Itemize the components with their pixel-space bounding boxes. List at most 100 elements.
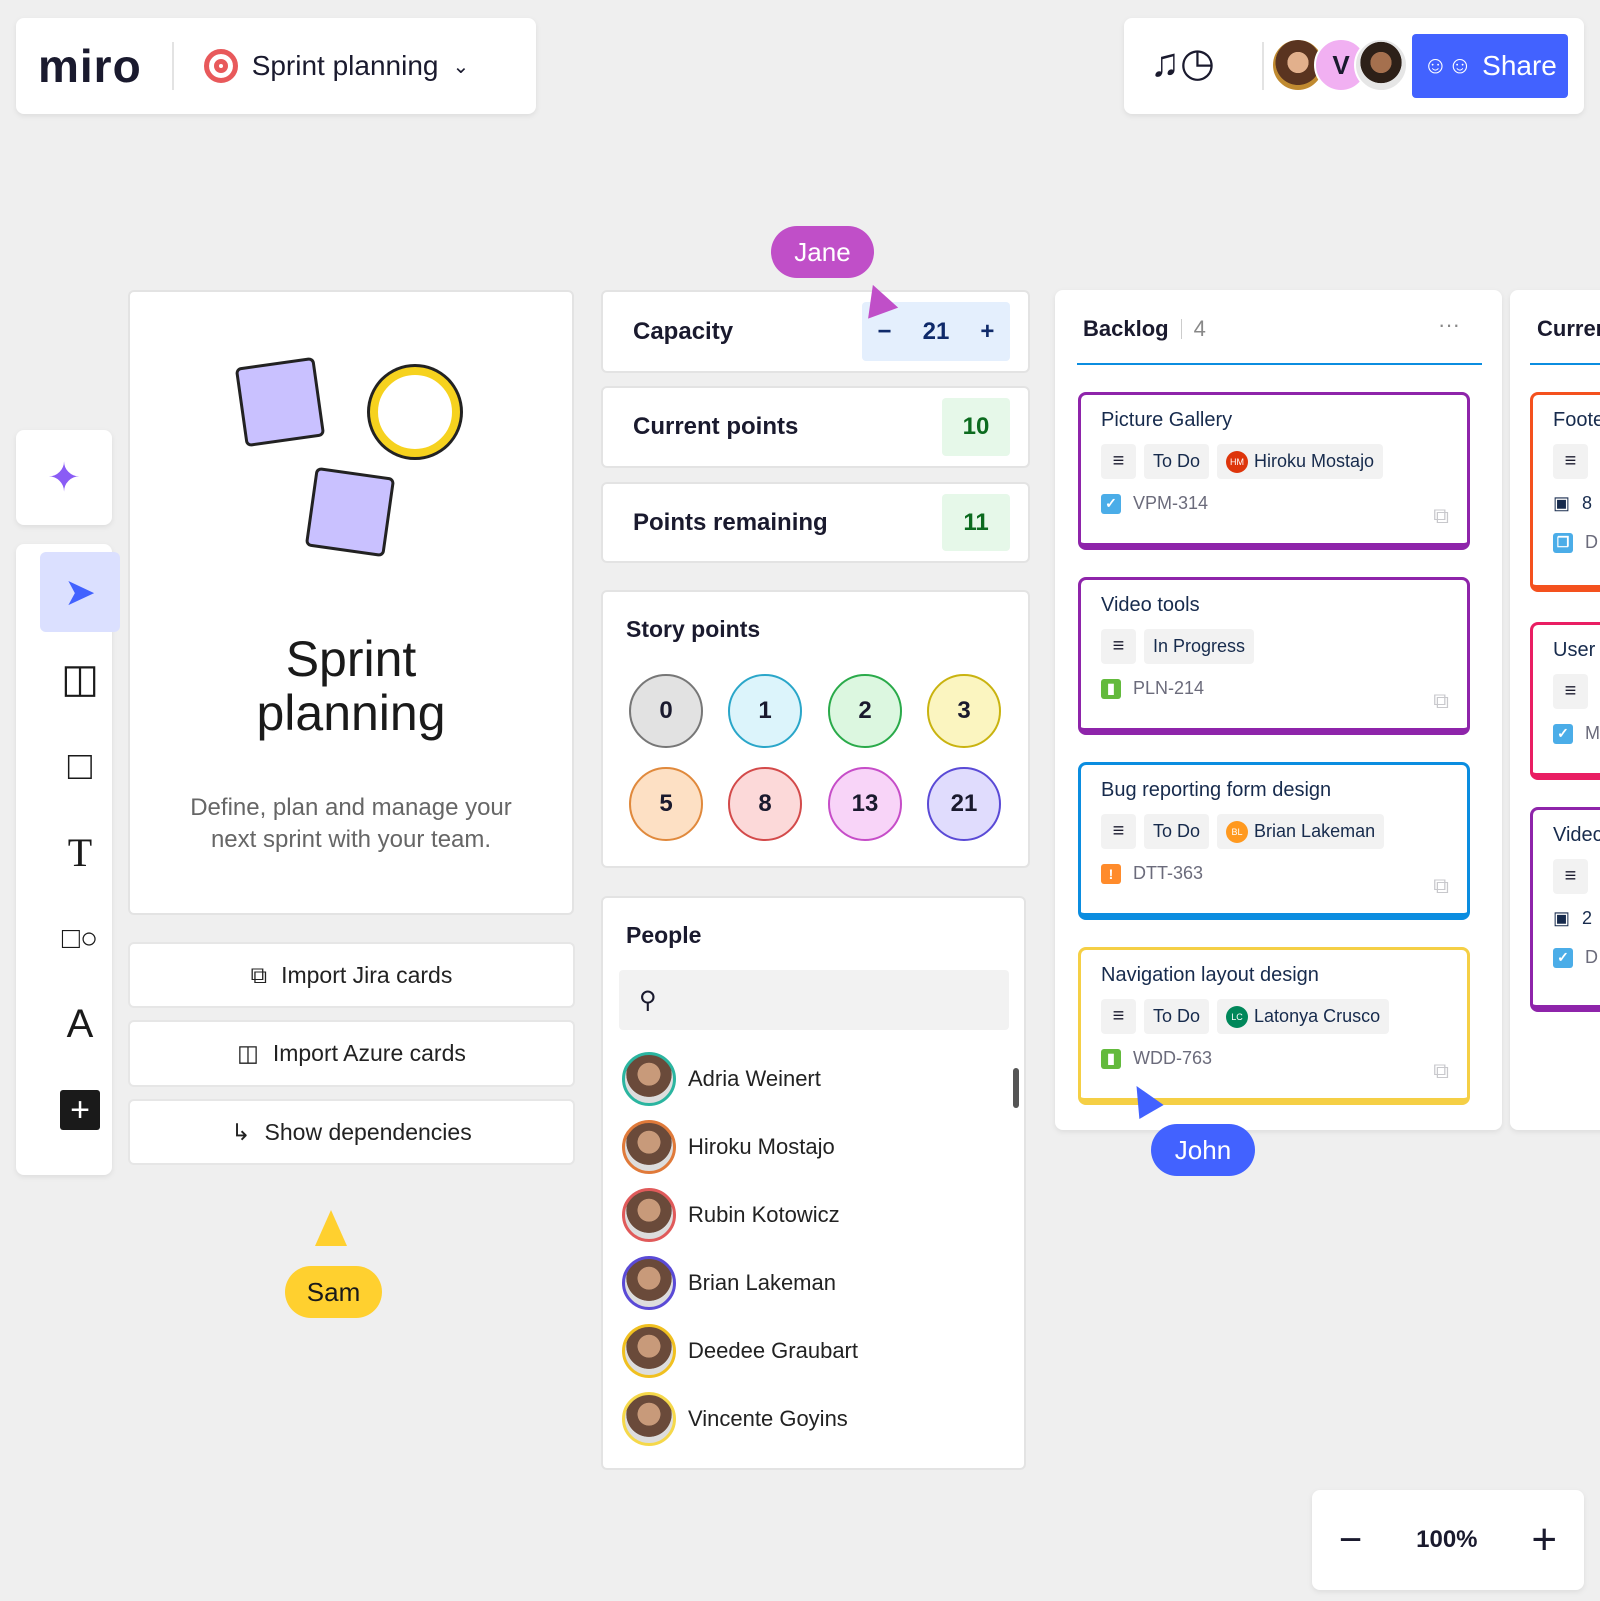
decrement-button[interactable]: − [878,318,892,346]
estimate-icon: ▣ [1553,908,1571,928]
clock-icon [370,367,460,457]
template-icon[interactable]: ◫ [40,639,120,719]
story-point-13[interactable]: 13 [828,767,902,841]
board-header: miro Sprint planning ⌄ [16,18,536,114]
jira-card[interactable]: Navigation layout design ≡ To Do LC Latonya… [1078,947,1470,1105]
azure-icon: ◫ [237,1040,259,1066]
reactions-icon[interactable]: ♫◷ [1150,40,1215,86]
story-point-0[interactable]: 0 [629,674,703,748]
story-point-8[interactable]: 8 [728,767,802,841]
jira-card[interactable]: Videc ≡ ▣ 2 ✓ D [1530,807,1600,1012]
sprint-card: Sprint planning Define, plan and manage … [128,290,574,915]
story-point-5[interactable]: 5 [629,767,703,841]
description-icon: ≡ [1101,999,1136,1034]
current-points-value: 10 [942,398,1010,456]
divider [171,42,174,90]
increment-button[interactable]: + [980,318,994,346]
points-remaining-value: 11 [942,494,1010,551]
cursor-label-jane: Jane [771,226,874,278]
avatar [622,1256,676,1310]
jira-card[interactable]: Foote ≡ ▣ 8 ❐ D [1530,392,1600,592]
people-panel: People ⚲ [601,896,1026,1470]
miro-logo[interactable]: miro [38,39,142,93]
pen-icon[interactable]: A [40,984,120,1064]
illustration [234,356,470,582]
avatar [622,1120,676,1174]
status-chip[interactable]: To Do [1144,814,1210,849]
sprint-description: Define, plan and manage your next sprint… [190,794,512,853]
jira-card[interactable]: User ≡ ✓ M [1530,622,1600,780]
status-chip[interactable]: In Progress [1144,629,1255,664]
avatar [622,1052,676,1106]
zoom-out-button[interactable]: − [1339,1518,1362,1563]
tools-toolbar: ➤ ◫ □ T □○ A + [16,544,120,1175]
avatar [622,1324,676,1378]
scrollbar[interactable] [1013,1068,1019,1108]
story-points-title: Story points [626,616,761,642]
person-item[interactable]: Vincente Goyins [622,1392,848,1446]
zoom-level[interactable]: 100% [1416,1526,1477,1554]
person-item[interactable]: Rubin Kotowicz [622,1188,840,1242]
jira-icon: ⧉ [1433,1058,1449,1083]
description-icon: ≡ [1101,629,1136,664]
person-item[interactable]: Brian Lakeman [622,1256,836,1310]
people-icon: ☺☺ [1423,52,1473,79]
share-button[interactable]: ☺☺ Share [1412,34,1568,98]
show-dependencies-button[interactable]: ↳ Show dependencies [128,1099,575,1165]
shapes-icon[interactable]: □○ [40,899,120,979]
task-icon: ✓ [1553,947,1573,968]
story-icon: ▮ [1101,1048,1121,1069]
select-tool[interactable]: ➤ [40,552,120,632]
person-item[interactable]: Adria Weinert [622,1052,821,1106]
column-underline [1077,363,1482,365]
more-icon[interactable]: ··· [1438,312,1460,338]
assignee-chip[interactable]: BL Brian Lakeman [1217,814,1385,849]
jira-card[interactable]: Picture Gallery ≡ To Do HM Hiroku Mostajo ✓… [1078,392,1470,550]
points-remaining-row: Points remaining 11 [601,482,1030,563]
story-point-21[interactable]: 21 [927,767,1001,841]
person-item[interactable]: Hiroku Mostajo [622,1120,835,1174]
add-icon[interactable]: + [40,1070,120,1150]
dependency-icon: ↳ [231,1118,251,1145]
backlog-title: Backlog [1083,316,1169,341]
capacity-row: Capacity − 21 + [601,290,1030,373]
people-search-input[interactable]: ⚲ [619,970,1009,1030]
story-point-3[interactable]: 3 [927,674,1001,748]
cursor-label-sam: Sam [285,1266,382,1318]
subtask-icon: ❐ [1553,532,1573,553]
estimate-icon: ▣ [1553,493,1571,513]
sticky-note-icon[interactable]: □ [40,726,120,806]
story-point-1[interactable]: 1 [728,674,802,748]
import-azure-button[interactable]: ◫ Import Azure cards [128,1020,575,1087]
people-title: People [626,922,702,948]
description-icon: ≡ [1553,674,1588,709]
sprint-title: Sprint planning [256,631,446,741]
person-item[interactable]: Deedee Graubart [622,1324,858,1378]
capacity-value[interactable]: 21 [923,318,950,346]
story-point-2[interactable]: 2 [828,674,902,748]
description-icon: ≡ [1101,814,1136,849]
board-title[interactable]: Sprint planning [252,50,439,82]
zoom-in-button[interactable]: + [1531,1515,1557,1565]
status-chip[interactable]: To Do [1144,999,1210,1034]
column-underline [1530,363,1600,365]
zoom-control: − 100% + [1312,1490,1584,1590]
status-chip[interactable]: To Do [1144,444,1210,479]
collab-bar: ♫◷ V ☺☺ Share [1124,18,1584,114]
avatar [622,1188,676,1242]
description-icon: ≡ [1553,444,1588,479]
assignee-chip[interactable]: LC Latonya Crusco [1217,999,1390,1034]
assignee-chip[interactable]: HM Hiroku Mostajo [1217,444,1384,479]
target-icon [203,49,238,83]
jira-icon: ⧉ [1433,688,1449,713]
current-points-row: Current points 10 [601,386,1030,468]
sparkle-icon[interactable]: ✦ [47,455,81,501]
text-icon[interactable]: T [40,812,120,892]
search-field[interactable] [666,992,987,1008]
jira-card[interactable]: Bug reporting form design ≡ To Do BL Brian … [1078,762,1470,920]
jira-card[interactable]: Video tools ≡ In Progress ▮ PLN-214 ⧉ [1078,577,1470,735]
import-jira-button[interactable]: ⧉ Import Jira cards [128,942,575,1008]
chevron-down-icon[interactable]: ⌄ [453,54,470,79]
cursor-arrow-icon [315,1210,347,1246]
avatar[interactable] [1354,38,1408,92]
